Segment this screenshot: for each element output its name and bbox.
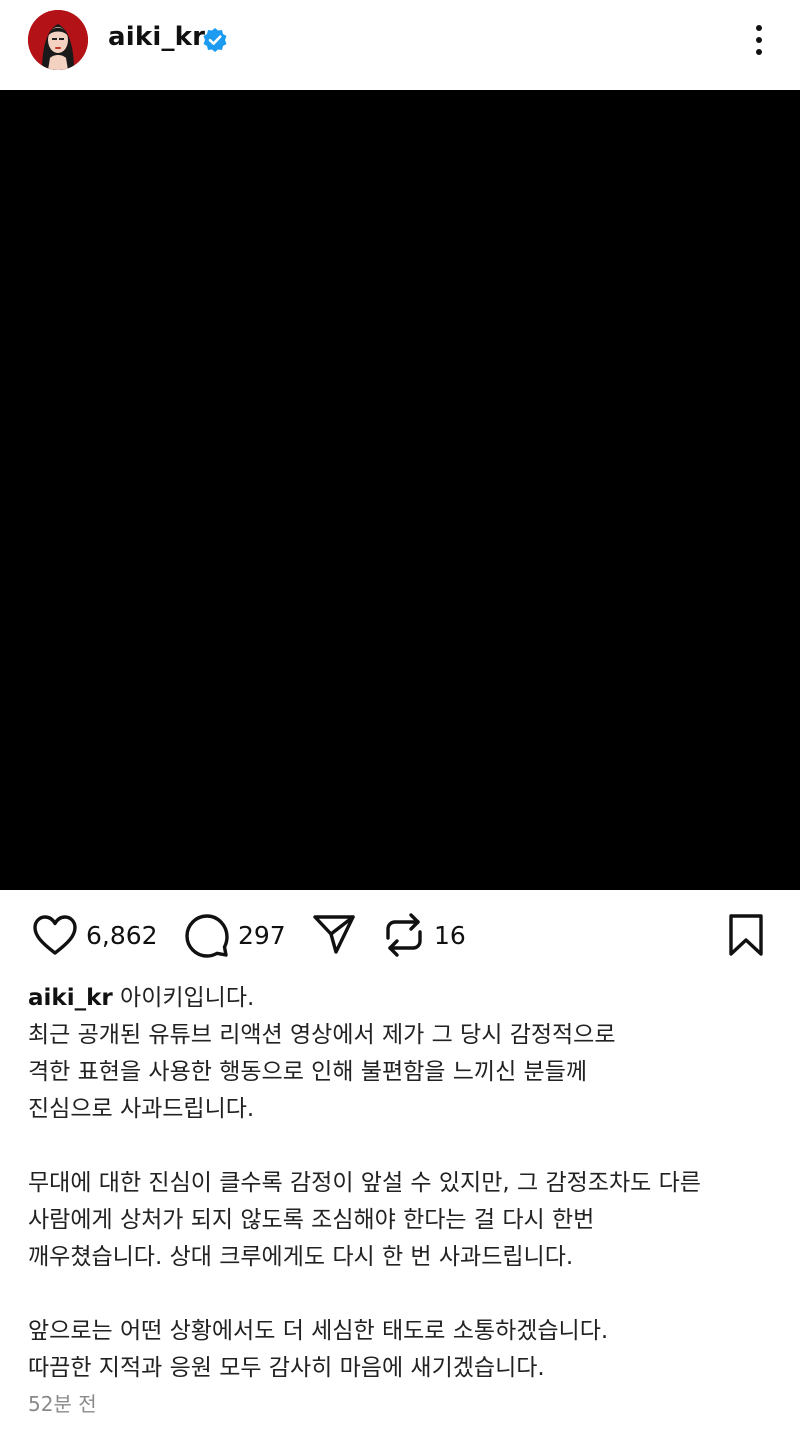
post-media[interactable] bbox=[0, 90, 800, 890]
avatar-illustration-icon bbox=[28, 10, 88, 70]
repost-count: 16 bbox=[434, 920, 466, 950]
more-options-button[interactable] bbox=[744, 18, 774, 62]
header-username[interactable]: aiki_kr bbox=[108, 22, 205, 52]
send-icon bbox=[313, 915, 355, 954]
action-bar: 6,862 297 16 bbox=[0, 890, 800, 980]
caption-line: 최근 공개된 유튜브 리액션 영상에서 제가 그 당시 감정적으로 bbox=[28, 1022, 616, 1048]
bookmark-icon bbox=[729, 914, 763, 956]
repost-icon bbox=[386, 913, 422, 957]
more-vertical-icon bbox=[756, 25, 762, 31]
caption-line: 깨우쳤습니다. 상대 크루에게도 다시 한 번 사과드립니다. bbox=[28, 1244, 574, 1270]
caption-line: 무대에 대한 진심이 클수록 감정이 앞설 수 있지만, 그 감정조차도 다른 bbox=[28, 1170, 701, 1196]
like-count: 6,862 bbox=[86, 920, 158, 950]
like-button[interactable]: 6,862 bbox=[32, 912, 158, 958]
caption-line: 진심으로 사과드립니다. bbox=[28, 1096, 255, 1122]
caption-username[interactable]: aiki_kr bbox=[28, 985, 113, 1011]
caption-text: 아이키입니다. bbox=[112, 985, 255, 1011]
post-header: aiki_kr bbox=[0, 0, 800, 90]
verified-badge-icon bbox=[203, 28, 227, 52]
post-timestamp: 52분 전 bbox=[28, 1392, 97, 1416]
caption-line: 사람에게 상처가 되지 않도록 조심해야 한다는 걸 다시 한번 bbox=[28, 1207, 595, 1233]
caption-line: aiki_kr 아이키입니다. bbox=[28, 980, 768, 1017]
avatar[interactable] bbox=[28, 10, 88, 70]
comment-icon bbox=[185, 914, 229, 958]
caption-line: 격한 표현을 사용한 행동으로 인해 불편함을 느끼신 분들께 bbox=[28, 1059, 588, 1085]
heart-icon bbox=[33, 915, 77, 955]
comment-button[interactable]: 297 bbox=[184, 912, 286, 958]
caption-line: 앞으로는 어떤 상황에서도 더 세심한 태도로 소통하겠습니다. bbox=[28, 1318, 609, 1344]
repost-button[interactable]: 16 bbox=[382, 912, 466, 958]
post-caption: aiki_kr 아이키입니다. 최근 공개된 유튜브 리액션 영상에서 제가 그… bbox=[28, 980, 768, 1387]
save-button[interactable] bbox=[726, 912, 766, 958]
comment-count: 297 bbox=[238, 920, 286, 950]
share-button[interactable] bbox=[311, 912, 357, 958]
caption-line: 따끔한 지적과 응원 모두 감사히 마음에 새기겠습니다. bbox=[28, 1355, 545, 1381]
